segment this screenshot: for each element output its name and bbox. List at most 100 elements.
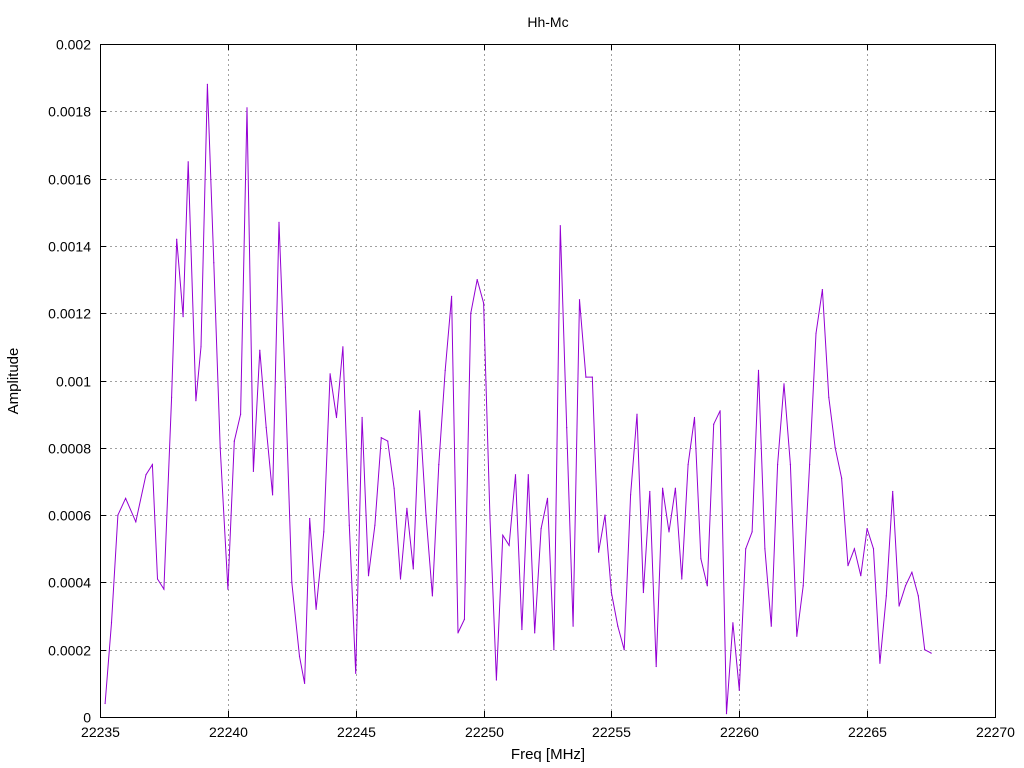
- data-point: [444, 369, 446, 371]
- data-point: [796, 635, 798, 637]
- y-tick-label: 0.0008: [48, 441, 91, 457]
- data-point: [227, 588, 229, 590]
- data-point: [508, 544, 510, 547]
- data-point: [553, 649, 555, 651]
- x-tick-labels: 22235 22240 22245 22250 22255 22260 22265 22270: [81, 724, 1015, 740]
- data-point: [495, 679, 497, 681]
- x-tick-label: 22235: [81, 724, 120, 740]
- data-point: [668, 531, 670, 533]
- data-point: [866, 528, 868, 530]
- data-point: [892, 490, 894, 493]
- data-point: [219, 447, 221, 449]
- data-point: [425, 514, 427, 516]
- data-point: [610, 591, 613, 594]
- data-point: [783, 383, 785, 385]
- data-point: [125, 497, 127, 499]
- data-point: [911, 571, 913, 573]
- data-point: [585, 376, 587, 378]
- data-point: [291, 581, 293, 584]
- data-point: [853, 548, 856, 550]
- data-point: [546, 497, 549, 499]
- data-point: [145, 474, 147, 476]
- data-point: [451, 295, 453, 297]
- data-point: [187, 161, 189, 163]
- y-tick-label: 0.0014: [48, 239, 91, 255]
- data-point: [195, 400, 197, 402]
- data-point: [200, 346, 202, 348]
- data-point: [527, 474, 529, 476]
- data-point: [566, 427, 568, 429]
- data-point: [738, 689, 740, 691]
- y-tick-label: 0.0012: [48, 306, 91, 322]
- data-point: [841, 477, 843, 479]
- data-point: [674, 487, 677, 489]
- data-point: [662, 487, 664, 489]
- data-point: [821, 289, 824, 291]
- data-point: [572, 625, 574, 627]
- data-point: [380, 437, 382, 439]
- y-tick-label: 0.0006: [48, 508, 91, 524]
- x-tick-label: 22255: [592, 724, 631, 740]
- data-point: [483, 302, 485, 304]
- x-tick-label: 22260: [720, 724, 759, 740]
- data-point: [514, 474, 517, 476]
- data-point: [642, 591, 645, 594]
- data-point: [540, 528, 542, 530]
- data-point: [182, 316, 184, 318]
- data-point: [802, 585, 804, 587]
- y-tick-label: 0: [83, 710, 91, 726]
- data-point: [770, 625, 772, 627]
- data-point: [815, 332, 817, 334]
- data-point: [419, 410, 421, 412]
- data-point: [110, 622, 113, 624]
- data-point: [828, 396, 830, 398]
- x-tick-label: 22240: [209, 724, 248, 740]
- data-point: [457, 632, 459, 634]
- data-point: [578, 299, 581, 301]
- data-point: [623, 649, 625, 651]
- data-point: [809, 464, 811, 466]
- data-point: [700, 558, 702, 560]
- axis-ticks: [100, 44, 996, 718]
- x-tick-label: 22245: [337, 724, 376, 740]
- data-point: [259, 349, 261, 351]
- data-point: [777, 464, 779, 466]
- data-point: [240, 413, 242, 415]
- data-point: [309, 517, 311, 520]
- chart: 22235 22240 22245 22250 22255 22260 22265 22270…: [5, 14, 1015, 763]
- data-point: [636, 413, 638, 415]
- data-point: [879, 662, 881, 664]
- data-point: [323, 531, 325, 533]
- data-point: [213, 262, 215, 264]
- data-point: [304, 682, 306, 685]
- data-point: [534, 632, 536, 634]
- data-point: [335, 416, 338, 419]
- data-point: [156, 578, 159, 580]
- y-tick-labels: 0 0.0002 0.0004 0.0006 0.0008 0.001 0.0012 0.00…: [48, 37, 91, 726]
- data-point: [681, 578, 683, 580]
- grid-lines: [100, 44, 995, 717]
- y-tick-label: 0.0002: [48, 643, 91, 659]
- data-point: [278, 221, 280, 223]
- data-point: [298, 655, 301, 658]
- data-point: [135, 521, 137, 523]
- x-tick-label: 22270: [976, 724, 1015, 740]
- data-point: [789, 464, 792, 466]
- data-point: [904, 585, 907, 587]
- data-point: [104, 702, 106, 705]
- data-point: [604, 514, 606, 516]
- data-point: [412, 568, 414, 570]
- data-point: [885, 595, 887, 597]
- data-point: [860, 575, 862, 577]
- data-point: [367, 575, 370, 577]
- data-point: [898, 605, 900, 607]
- data-point: [399, 578, 402, 580]
- data-point: [252, 470, 254, 472]
- data-point: [431, 595, 433, 597]
- data-point: [757, 369, 760, 371]
- y-tick-label: 0.001: [56, 374, 91, 390]
- data-point: [559, 225, 561, 227]
- data-point: [713, 423, 715, 425]
- y-tick-label: 0.0018: [48, 104, 91, 120]
- data-point: [151, 464, 153, 466]
